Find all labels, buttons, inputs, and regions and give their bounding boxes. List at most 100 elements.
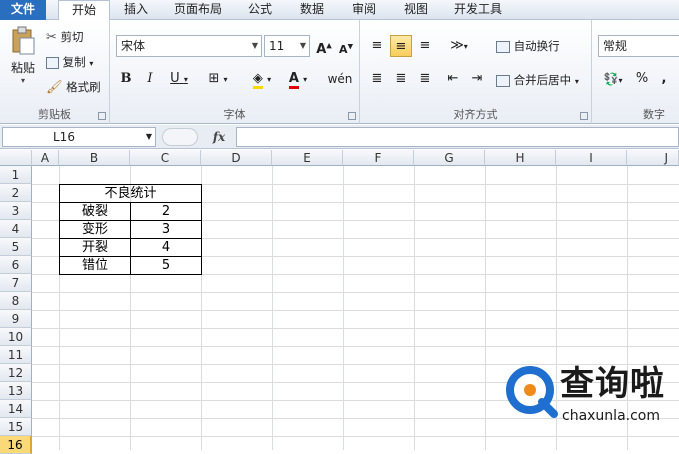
table-title-cell[interactable]: 不良统计: [60, 185, 201, 203]
align-left-button[interactable]: ≣: [366, 68, 388, 90]
copy-button[interactable]: 复制 ▾: [46, 54, 93, 70]
row-header[interactable]: 3: [0, 202, 32, 220]
alignment-launcher-icon[interactable]: [580, 112, 588, 120]
row-header[interactable]: 11: [0, 346, 32, 364]
name-box[interactable]: L16 ▼: [2, 127, 156, 147]
wrap-text-button[interactable]: 自动换行: [496, 38, 560, 54]
italic-icon: I: [147, 71, 153, 86]
row-header[interactable]: 4: [0, 220, 32, 238]
table-label-cell[interactable]: 开裂: [82, 239, 108, 257]
tab-developer[interactable]: 开发工具: [446, 0, 510, 20]
column-header[interactable]: J: [627, 150, 679, 166]
decrease-indent-icon: ⇤: [447, 71, 459, 86]
table-label-cell[interactable]: 变形: [82, 221, 108, 239]
align-middle-button[interactable]: ≡: [390, 35, 412, 57]
font-name-select[interactable]: 宋体 ▼: [116, 35, 262, 57]
tab-data[interactable]: 数据: [292, 0, 332, 20]
row-header[interactable]: 8: [0, 292, 32, 310]
row-header[interactable]: 15: [0, 418, 32, 436]
tab-formulas[interactable]: 公式: [240, 0, 280, 20]
column-header[interactable]: B: [59, 150, 130, 166]
paste-button[interactable]: 粘贴 ▾: [6, 26, 40, 86]
tab-view[interactable]: 视图: [396, 0, 436, 20]
column-header[interactable]: H: [485, 150, 556, 166]
format-painter-button[interactable]: 🖌 格式刷: [46, 79, 101, 95]
underline-button[interactable]: U ▾: [164, 68, 194, 90]
chevron-down-icon: ▼: [251, 41, 258, 50]
tab-file[interactable]: 文件: [0, 0, 46, 20]
phonetic-button[interactable]: wén: [324, 68, 356, 90]
row-header[interactable]: 6: [0, 256, 32, 274]
align-top-button[interactable]: ≡: [366, 35, 388, 57]
clipboard-launcher-icon[interactable]: [98, 112, 106, 120]
formula-input[interactable]: [236, 127, 679, 147]
font-size-value: 11: [269, 39, 285, 53]
table-value-cell[interactable]: 4: [131, 239, 201, 257]
tab-insert[interactable]: 插入: [116, 0, 156, 20]
select-all-corner[interactable]: [0, 150, 32, 166]
row-header[interactable]: 1: [0, 166, 32, 184]
row-header[interactable]: 13: [0, 382, 32, 400]
row-header[interactable]: 12: [0, 364, 32, 382]
column-header[interactable]: E: [272, 150, 343, 166]
table-label-cell[interactable]: 错位: [82, 257, 108, 275]
column-header[interactable]: G: [414, 150, 485, 166]
row-header[interactable]: 2: [0, 184, 32, 202]
merge-center-button[interactable]: 合并后居中 ▾: [496, 72, 579, 88]
tab-home[interactable]: 开始: [58, 0, 110, 21]
shrink-font-button[interactable]: A▼: [336, 35, 356, 57]
borders-button[interactable]: ⊞ ▾: [202, 68, 234, 90]
formula-expand-handle[interactable]: [162, 128, 198, 146]
table-label-cell[interactable]: 破裂: [82, 203, 108, 221]
font-size-select[interactable]: 11 ▼: [264, 35, 310, 57]
font-launcher-icon[interactable]: [348, 112, 356, 120]
orientation-button[interactable]: ≫▾: [444, 35, 474, 57]
fill-color-button[interactable]: ◈ ▾: [246, 68, 278, 90]
comma-button[interactable]: ,: [656, 68, 672, 90]
align-center-button[interactable]: ≣: [390, 68, 412, 90]
italic-button[interactable]: I: [140, 68, 160, 90]
align-center-icon: ≣: [395, 71, 407, 86]
tab-page-layout[interactable]: 页面布局: [166, 0, 230, 20]
clipboard-group: 粘贴 ▾ ✂ 剪切 复制 ▾ 🖌 格式刷 剪贴板: [0, 20, 110, 124]
row-header-active[interactable]: 16: [0, 436, 32, 454]
column-header[interactable]: D: [201, 150, 272, 166]
shrink-font-icon: A▼: [339, 42, 353, 56]
table-value-cell[interactable]: 3: [131, 221, 201, 239]
row-header[interactable]: 7: [0, 274, 32, 292]
font-color-button[interactable]: A ▾: [282, 68, 314, 90]
row-header[interactable]: 10: [0, 328, 32, 346]
wrap-text-label: 自动换行: [513, 39, 560, 53]
increase-indent-button[interactable]: ⇥: [466, 68, 488, 90]
bold-button[interactable]: B: [116, 68, 136, 90]
ribbon: 粘贴 ▾ ✂ 剪切 复制 ▾ 🖌 格式刷 剪贴板 宋体 ▼ 11 ▼ A▲ A▼ B…: [0, 20, 679, 124]
column-header[interactable]: C: [130, 150, 201, 166]
align-bottom-button[interactable]: ≡: [414, 35, 436, 57]
currency-button[interactable]: 💱▾: [598, 68, 628, 90]
copy-label: 复制: [62, 55, 86, 69]
align-right-button[interactable]: ≣: [414, 68, 436, 90]
column-header[interactable]: I: [556, 150, 627, 166]
decrease-indent-button[interactable]: ⇤: [442, 68, 464, 90]
insert-function-icon[interactable]: fx: [205, 128, 233, 146]
increase-indent-icon: ⇥: [471, 71, 483, 86]
cut-button[interactable]: ✂ 剪切: [46, 29, 84, 45]
row-header[interactable]: 14: [0, 400, 32, 418]
table-value-cell[interactable]: 5: [131, 257, 201, 275]
grow-font-button[interactable]: A▲: [314, 35, 334, 57]
percent-button[interactable]: %: [632, 68, 652, 90]
column-header[interactable]: F: [343, 150, 414, 166]
orientation-icon: ≫: [450, 38, 464, 53]
table-value-cell[interactable]: 2: [131, 203, 201, 221]
paste-icon: [12, 26, 35, 55]
number-format-select[interactable]: 常规: [598, 35, 679, 57]
row-header[interactable]: 9: [0, 310, 32, 328]
clipboard-group-label: 剪贴板: [38, 108, 71, 121]
column-header[interactable]: A: [32, 150, 59, 166]
align-bottom-icon: ≡: [419, 38, 431, 53]
row-header[interactable]: 5: [0, 238, 32, 256]
tab-review[interactable]: 审阅: [344, 0, 384, 20]
watermark-url: chaxunla.com: [562, 408, 660, 424]
cut-label: 剪切: [60, 30, 84, 44]
format-painter-label: 格式刷: [66, 80, 101, 94]
